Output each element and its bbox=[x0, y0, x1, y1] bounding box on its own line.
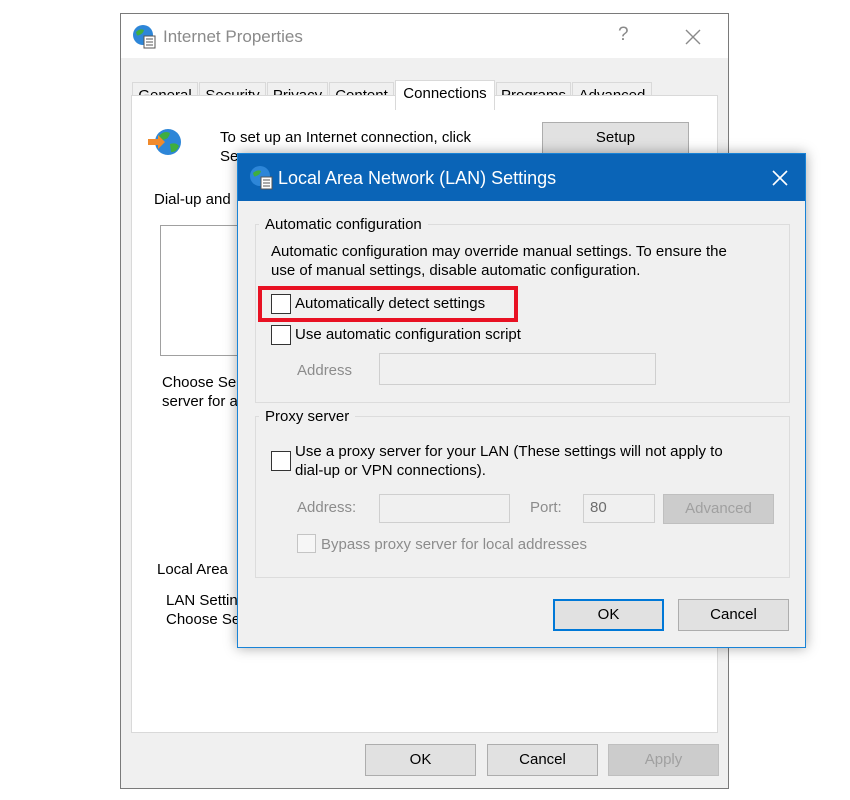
automatic-configuration-legend: Automatic configuration bbox=[265, 216, 422, 233]
globe-connect-icon bbox=[146, 126, 182, 164]
use-proxy-checkbox[interactable] bbox=[271, 451, 291, 471]
choose-settings-text: Choose Se bbox=[162, 374, 237, 391]
lan-settings-dialog: Local Area Network (LAN) Settings Automa… bbox=[237, 153, 806, 648]
setup-description: To set up an Internet connection, click bbox=[220, 129, 471, 146]
auto-detect-checkbox[interactable] bbox=[271, 294, 291, 314]
proxy-server-legend: Proxy server bbox=[265, 408, 350, 425]
lan-settings-text: LAN Settin bbox=[166, 592, 238, 609]
use-proxy-label-line2[interactable]: dial-up or VPN connections). bbox=[295, 462, 486, 479]
close-icon[interactable] bbox=[678, 22, 708, 52]
help-button[interactable]: ? bbox=[618, 24, 629, 46]
lan-settings-text-line2: Choose Se bbox=[166, 611, 241, 628]
auto-script-label[interactable]: Use automatic configuration script bbox=[295, 326, 521, 343]
internet-properties-titlebar: Internet Properties ? bbox=[121, 14, 728, 58]
auto-address-label: Address bbox=[297, 362, 353, 379]
lan-dialog-titlebar: Local Area Network (LAN) Settings bbox=[238, 154, 805, 201]
auto-config-description: Automatic configuration may override man… bbox=[271, 243, 727, 260]
window-title: Internet Properties bbox=[163, 27, 303, 46]
advanced-button[interactable]: Advanced bbox=[663, 494, 774, 524]
bypass-proxy-checkbox[interactable] bbox=[297, 534, 316, 553]
setup-button[interactable]: Setup bbox=[542, 122, 689, 154]
dialup-section-label: Dial-up and bbox=[154, 191, 231, 208]
lan-dialog-title: Local Area Network (LAN) Settings bbox=[278, 168, 557, 188]
setup-description-line2: Se bbox=[220, 148, 239, 165]
proxy-port-label: Port: bbox=[530, 499, 562, 516]
proxy-address-input[interactable] bbox=[379, 494, 510, 523]
lan-ok-button[interactable]: OK bbox=[553, 599, 664, 631]
proxy-address-label: Address: bbox=[297, 499, 357, 516]
ok-button[interactable]: OK bbox=[365, 744, 476, 776]
globe-settings-icon bbox=[248, 164, 274, 194]
proxy-port-input[interactable]: 80 bbox=[583, 494, 655, 523]
close-icon[interactable] bbox=[768, 166, 792, 190]
auto-config-description-line2: use of manual settings, disable automati… bbox=[271, 262, 641, 279]
cancel-button[interactable]: Cancel bbox=[487, 744, 598, 776]
choose-settings-text-line2: server for a bbox=[162, 393, 238, 410]
tab-connections[interactable]: Connections bbox=[395, 80, 495, 110]
lan-cancel-button[interactable]: Cancel bbox=[678, 599, 789, 631]
lan-section-label: Local Area bbox=[157, 561, 228, 578]
use-proxy-label[interactable]: Use a proxy server for your LAN (These s… bbox=[295, 443, 723, 460]
auto-detect-label[interactable]: Automatically detect settings bbox=[295, 295, 485, 312]
apply-button[interactable]: Apply bbox=[608, 744, 719, 776]
bypass-proxy-label[interactable]: Bypass proxy server for local addresses bbox=[321, 536, 587, 553]
auto-script-checkbox[interactable] bbox=[271, 325, 291, 345]
auto-address-input[interactable] bbox=[379, 353, 656, 385]
globe-settings-icon bbox=[131, 23, 157, 53]
